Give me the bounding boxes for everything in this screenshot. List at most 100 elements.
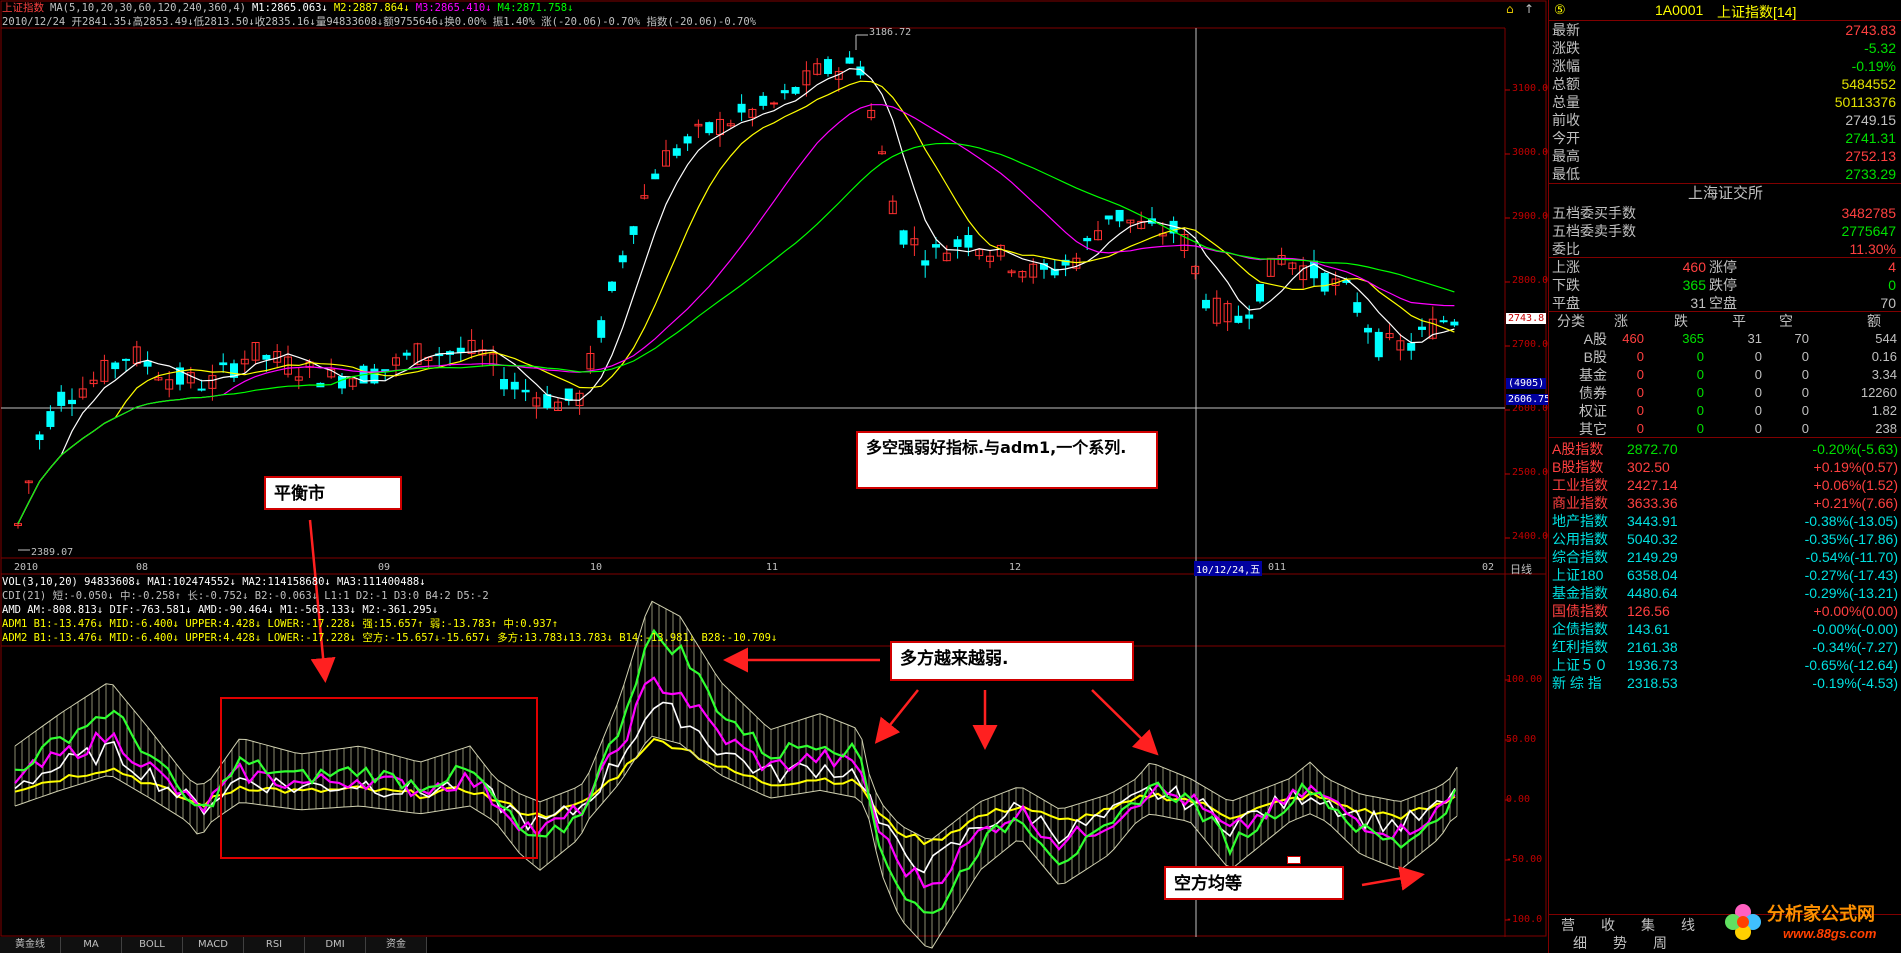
candle-body (1364, 327, 1372, 333)
ma10-line (17, 80, 1455, 524)
lock-icon[interactable]: ⌂ (1506, 2, 1520, 16)
index-row[interactable]: 上证180 6358.04 -0.27%(-17.43) (1549, 566, 1901, 584)
tab-funds[interactable]: 资金 (366, 937, 427, 953)
index-row[interactable]: 企债指数 143.61 -0.00%(-0.00) (1549, 620, 1901, 638)
ma5-line (17, 67, 1455, 524)
table-cell: 0 (1801, 367, 1809, 382)
tab-boll[interactable]: BOLL (122, 937, 183, 953)
table-cell: 365 (1682, 331, 1704, 346)
table-header: 分类 (1557, 313, 1585, 329)
index-row[interactable]: 红利指数 2161.38 -0.34%(-7.27) (1549, 638, 1901, 656)
tab-dmi[interactable]: DMI (305, 937, 366, 953)
tab-rsi[interactable]: RSI (244, 937, 305, 953)
tab-macd[interactable]: MACD (183, 937, 244, 953)
annotation-main-note: 多空强弱好指标.与adm1,一个系列. (856, 431, 1158, 489)
index-row[interactable]: 商业指数 3633.36 +0.21%(7.66) (1549, 494, 1901, 512)
candle-body (35, 434, 44, 441)
quote-value: 2741.31 (1845, 130, 1896, 146)
candle-body (759, 95, 768, 106)
panel-number: ⑤ (1554, 2, 1566, 17)
index-name: 上证５０ (1552, 657, 1608, 673)
quote-label: 最高 (1552, 148, 1580, 164)
exchange-name: 上海证交所 (1687, 185, 1763, 202)
table-cell: 0 (1696, 421, 1704, 436)
index-price: 3443.91 (1627, 513, 1678, 529)
quote-row: 涨跌 -5.32 (1549, 39, 1901, 57)
index-name: 红利指数 (1552, 639, 1608, 655)
index-name: 地产指数 (1552, 513, 1608, 529)
candle-body (1353, 302, 1362, 313)
index-name: 工业指数 (1552, 477, 1608, 493)
candle-body (770, 102, 778, 105)
scroll-up-icon[interactable]: ↑ (1524, 2, 1538, 16)
index-price: 2872.70 (1627, 441, 1678, 457)
index-change: -0.00%(-0.00) (1812, 621, 1898, 637)
high-label: 3186.72 (869, 27, 912, 38)
index-name: B股指数 (1552, 459, 1604, 475)
index-price: 2149.29 (1627, 549, 1678, 565)
index-row[interactable]: B股指数 302.50 +0.19%(0.57) (1549, 458, 1901, 476)
order-value: 2775647 (1841, 223, 1896, 239)
logo-text: 分析家公式网 (1767, 904, 1875, 925)
candle-body (219, 362, 228, 366)
index-row[interactable]: 国债指数 126.56 +0.00%(0.00) (1549, 602, 1901, 620)
index-change: -0.19%(-4.53) (1812, 675, 1898, 691)
table-header: 跌 (1674, 313, 1688, 329)
panel-tab[interactable]: 集 (1641, 915, 1655, 935)
index-row[interactable]: 公用指数 5040.32 -0.35%(-17.86) (1549, 530, 1901, 548)
tab-ma[interactable]: MA (61, 937, 122, 953)
candle-body (111, 362, 120, 370)
index-row[interactable]: 基金指数 4480.64 -0.29%(-13.21) (1549, 584, 1901, 602)
panel-tab[interactable]: 线 (1681, 915, 1695, 935)
candle-body (921, 260, 930, 266)
candle-body (899, 230, 908, 245)
price-axis-label: 2900.0 (1512, 211, 1549, 222)
quote-value: -0.19% (1851, 58, 1896, 74)
panel-tab[interactable]: 势 (1613, 933, 1627, 953)
candle-body (564, 388, 573, 401)
index-change: +0.19%(0.57) (1813, 459, 1898, 475)
quote-value: 50113376 (1834, 94, 1896, 110)
annotation-arrow (874, 689, 919, 744)
candle-body (1450, 321, 1459, 326)
table-cell: 0 (1696, 403, 1704, 418)
index-row[interactable]: 综合指数 2149.29 -0.54%(-11.70) (1549, 548, 1901, 566)
tab-golden-line[interactable]: 黄金线 (0, 937, 61, 953)
candle-body (456, 347, 465, 353)
quote-row: 最新 2743.83 (1549, 21, 1901, 39)
indicator-line-cdi: CDI(21) 短:-0.050↓ 中:-0.258↑ 长:-0.752↓ B2… (2, 590, 489, 602)
panel-tab[interactable]: 营 (1561, 915, 1575, 935)
panel-tab[interactable]: 收 (1601, 915, 1615, 935)
quote-value: 2733.29 (1845, 166, 1896, 182)
table-cell: 70 (1794, 331, 1809, 346)
index-price: 143.61 (1627, 621, 1670, 637)
annotation-arrow (1091, 689, 1159, 756)
candle-body (500, 379, 508, 390)
quote-value: 2743.83 (1845, 22, 1896, 38)
candle-body (672, 148, 681, 156)
panel-tab[interactable]: 周 (1653, 933, 1667, 953)
ma-legend: 上证指数 MA(5,10,20,30,60,120,240,360,4) M1:28… (2, 1, 579, 15)
period-label[interactable]: 日线 (1510, 561, 1532, 577)
index-row[interactable]: 新 综 指 2318.53 -0.19%(-4.53) (1549, 674, 1901, 692)
panel-tab[interactable]: 细 (1573, 933, 1587, 953)
index-price: 1936.73 (1627, 657, 1678, 673)
quote-value: 5484552 (1841, 76, 1896, 92)
index-row[interactable]: 地产指数 3443.91 -0.38%(-13.05) (1549, 512, 1901, 530)
instrument-name: 上证指数 (2, 2, 44, 14)
panel-header: ⑤ 1A0001 上证指数[14] (1549, 0, 1901, 21)
panel-name: 上证指数[14] (1717, 4, 1797, 20)
logo-url[interactable]: www.88gs.com (1783, 926, 1876, 941)
index-name: 公用指数 (1552, 531, 1608, 547)
order-value: 11.30% (1849, 241, 1896, 257)
candle-body (705, 122, 714, 134)
index-row[interactable]: A股指数 2872.70 -0.20%(-5.63) (1549, 440, 1901, 458)
index-row[interactable]: 上证５０ 1936.73 -0.65%(-12.64) (1549, 656, 1901, 674)
table-cell: 544 (1875, 331, 1897, 346)
candle-body (964, 235, 973, 248)
ma-legend-head: MA(5,10,20,30,60,120,240,360,4) (50, 2, 246, 14)
index-change: -0.54%(-11.70) (1805, 549, 1898, 565)
candle-body (262, 354, 271, 360)
index-row[interactable]: 工业指数 2427.14 +0.06%(1.52) (1549, 476, 1901, 494)
quote-label: 最低 (1552, 166, 1580, 182)
